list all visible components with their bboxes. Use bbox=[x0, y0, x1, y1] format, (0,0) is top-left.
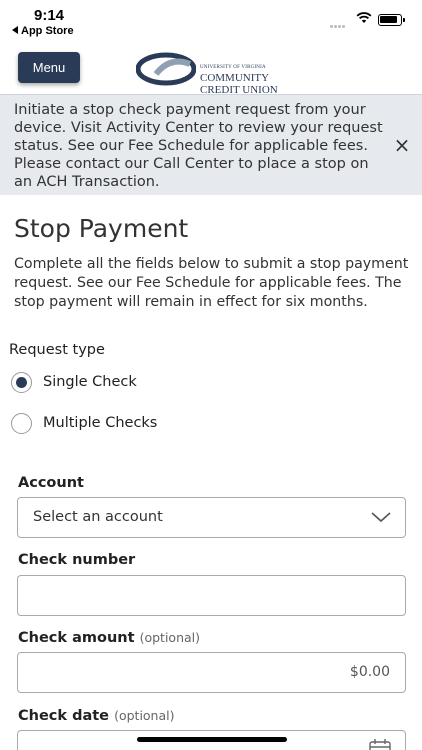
logo-line2: COMMUNITY bbox=[200, 72, 270, 84]
check-number-input[interactable] bbox=[17, 575, 406, 616]
close-icon[interactable]: × bbox=[392, 135, 412, 155]
logo-line1: UNIVERSITY OF VIRGINIA bbox=[200, 65, 266, 70]
check-date-label-text: Check date bbox=[18, 708, 110, 724]
back-app-label: App Store bbox=[21, 25, 74, 37]
request-type-label: Request type bbox=[9, 342, 105, 358]
info-banner: Initiate a stop check payment request fr… bbox=[0, 94, 422, 195]
menu-button[interactable]: Menu bbox=[18, 52, 80, 83]
multiple-checks-radio[interactable] bbox=[11, 413, 32, 434]
logo-mark-icon bbox=[136, 52, 196, 86]
check-amount-input[interactable]: $0.00 bbox=[17, 652, 406, 693]
calendar-icon[interactable] bbox=[369, 739, 391, 750]
account-select[interactable]: Select an account bbox=[17, 497, 406, 538]
status-time: 9:14 bbox=[34, 7, 65, 24]
cellular-signal-icon bbox=[330, 15, 346, 33]
credit-union-logo: UNIVERSITY OF VIRGINIA COMMUNITY CREDIT … bbox=[136, 52, 286, 96]
single-check-radio[interactable] bbox=[11, 372, 32, 393]
check-amount-value: $0.00 bbox=[349, 664, 390, 680]
status-bar: 9:14 App Store bbox=[0, 0, 422, 42]
check-date-optional: (optional) bbox=[114, 708, 175, 723]
back-arrow-icon bbox=[12, 26, 18, 34]
wifi-icon bbox=[356, 12, 372, 23]
intro-text: Complete all the fields below to submit … bbox=[14, 256, 409, 310]
page-title: Stop Payment bbox=[14, 214, 189, 243]
check-number-label: Check number bbox=[18, 552, 136, 568]
check-amount-label: Check amount (optional) bbox=[18, 630, 200, 646]
banner-text: Initiate a stop check payment request fr… bbox=[14, 102, 383, 190]
check-amount-label-text: Check amount bbox=[18, 630, 135, 646]
account-select-value: Select an account bbox=[33, 509, 163, 525]
back-to-app-store[interactable]: App Store bbox=[12, 25, 74, 37]
check-amount-optional: (optional) bbox=[139, 630, 201, 645]
home-indicator bbox=[137, 737, 287, 742]
battery-icon bbox=[378, 14, 405, 26]
multiple-checks-label[interactable]: Multiple Checks bbox=[43, 415, 157, 431]
chevron-down-icon bbox=[371, 512, 391, 523]
account-label: Account bbox=[18, 475, 84, 491]
check-date-label: Check date (optional) bbox=[18, 708, 175, 724]
single-check-label[interactable]: Single Check bbox=[43, 374, 137, 390]
